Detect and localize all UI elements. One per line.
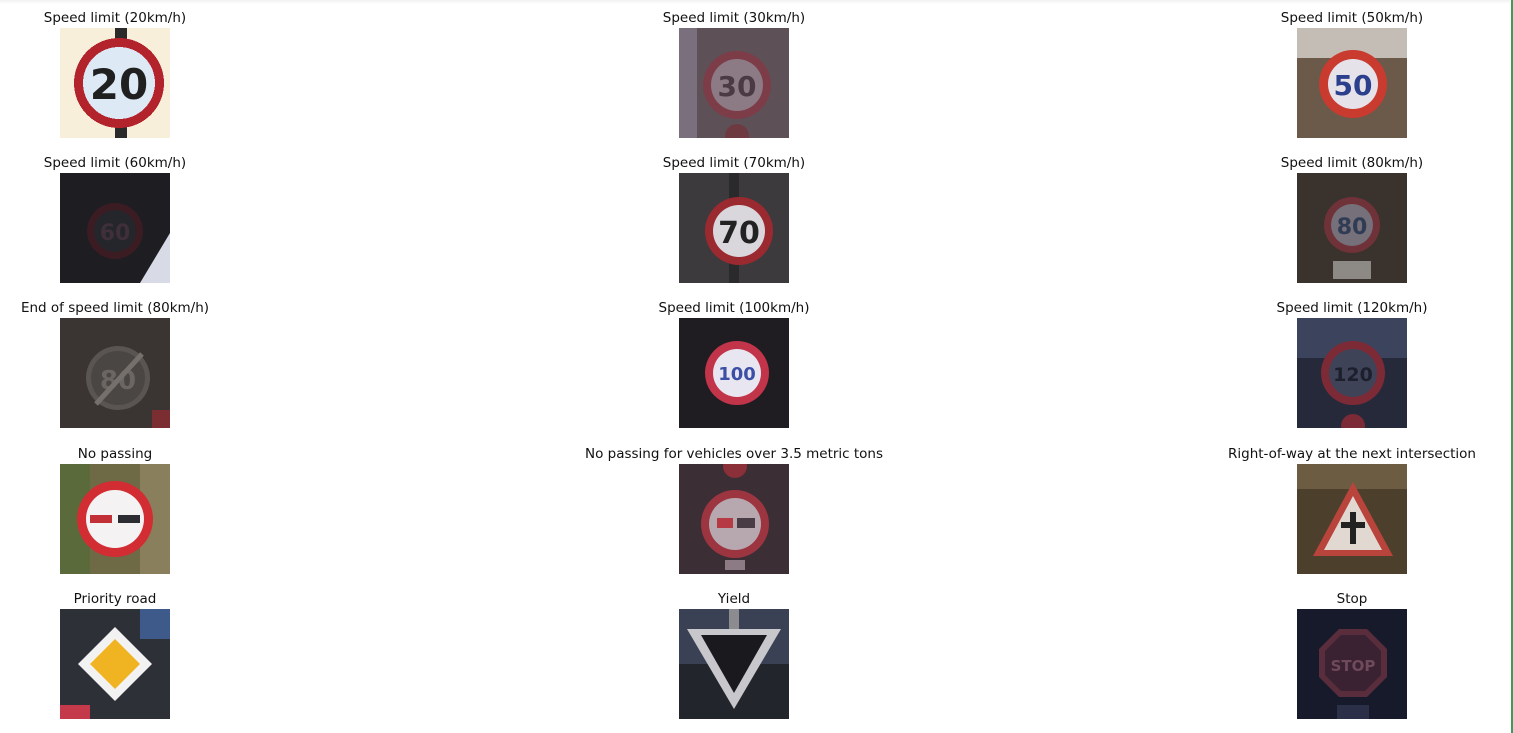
- sign-number: 100: [718, 364, 756, 385]
- speed-limit-120-sign-icon: 120: [1297, 318, 1407, 428]
- panel-title: Yield: [717, 591, 751, 607]
- panel-title: Speed limit (60km/h): [43, 155, 187, 171]
- sign-text: STOP: [1331, 657, 1376, 675]
- sign-number: 80: [1337, 215, 1368, 240]
- priority-road-sign-icon: [60, 609, 170, 719]
- yield-sign-icon: [679, 609, 789, 719]
- panel-title: End of speed limit (80km/h): [20, 300, 210, 316]
- speed-limit-50-sign-icon: 50: [1297, 28, 1407, 138]
- right-of-way-sign-icon: [1297, 464, 1407, 574]
- panel-title: Speed limit (20km/h): [43, 10, 187, 26]
- panel-title: Priority road: [73, 591, 157, 607]
- sign-number: 60: [100, 221, 131, 246]
- sign-number: 50: [1334, 69, 1373, 102]
- panel-title: Speed limit (50km/h): [1280, 10, 1424, 26]
- sign-number: 20: [90, 60, 148, 109]
- speed-limit-20-sign-icon: 20: [60, 28, 170, 138]
- panel-title: Speed limit (80km/h): [1280, 155, 1424, 171]
- no-passing-sign-icon: [60, 464, 170, 574]
- sign-number: 70: [718, 216, 760, 251]
- panel-title: Speed limit (70km/h): [662, 155, 806, 171]
- panel-title: Speed limit (100km/h): [658, 300, 810, 316]
- panel-title: No passing: [77, 446, 153, 462]
- end-speed-limit-80-sign-icon: 80: [60, 318, 170, 428]
- sign-number: 30: [718, 70, 757, 103]
- speed-limit-60-sign-icon: 60: [60, 173, 170, 283]
- stop-sign-icon: STOP: [1297, 609, 1407, 719]
- panel-title: Speed limit (30km/h): [662, 10, 806, 26]
- panel-title: Stop: [1336, 591, 1368, 607]
- no-passing-trucks-sign-icon: [679, 464, 789, 574]
- speed-limit-70-sign-icon: 70: [679, 173, 789, 283]
- speed-limit-100-sign-icon: 100: [679, 318, 789, 428]
- panel-title: Speed limit (120km/h): [1276, 300, 1428, 316]
- panel-title: No passing for vehicles over 3.5 metric …: [584, 446, 884, 462]
- sign-number: 120: [1333, 364, 1373, 386]
- figure-top-edge: [0, 0, 1510, 4]
- speed-limit-80-sign-icon: 80: [1297, 173, 1407, 283]
- speed-limit-30-sign-icon: 30: [679, 28, 789, 138]
- panel-title: Right-of-way at the next intersection: [1228, 446, 1476, 462]
